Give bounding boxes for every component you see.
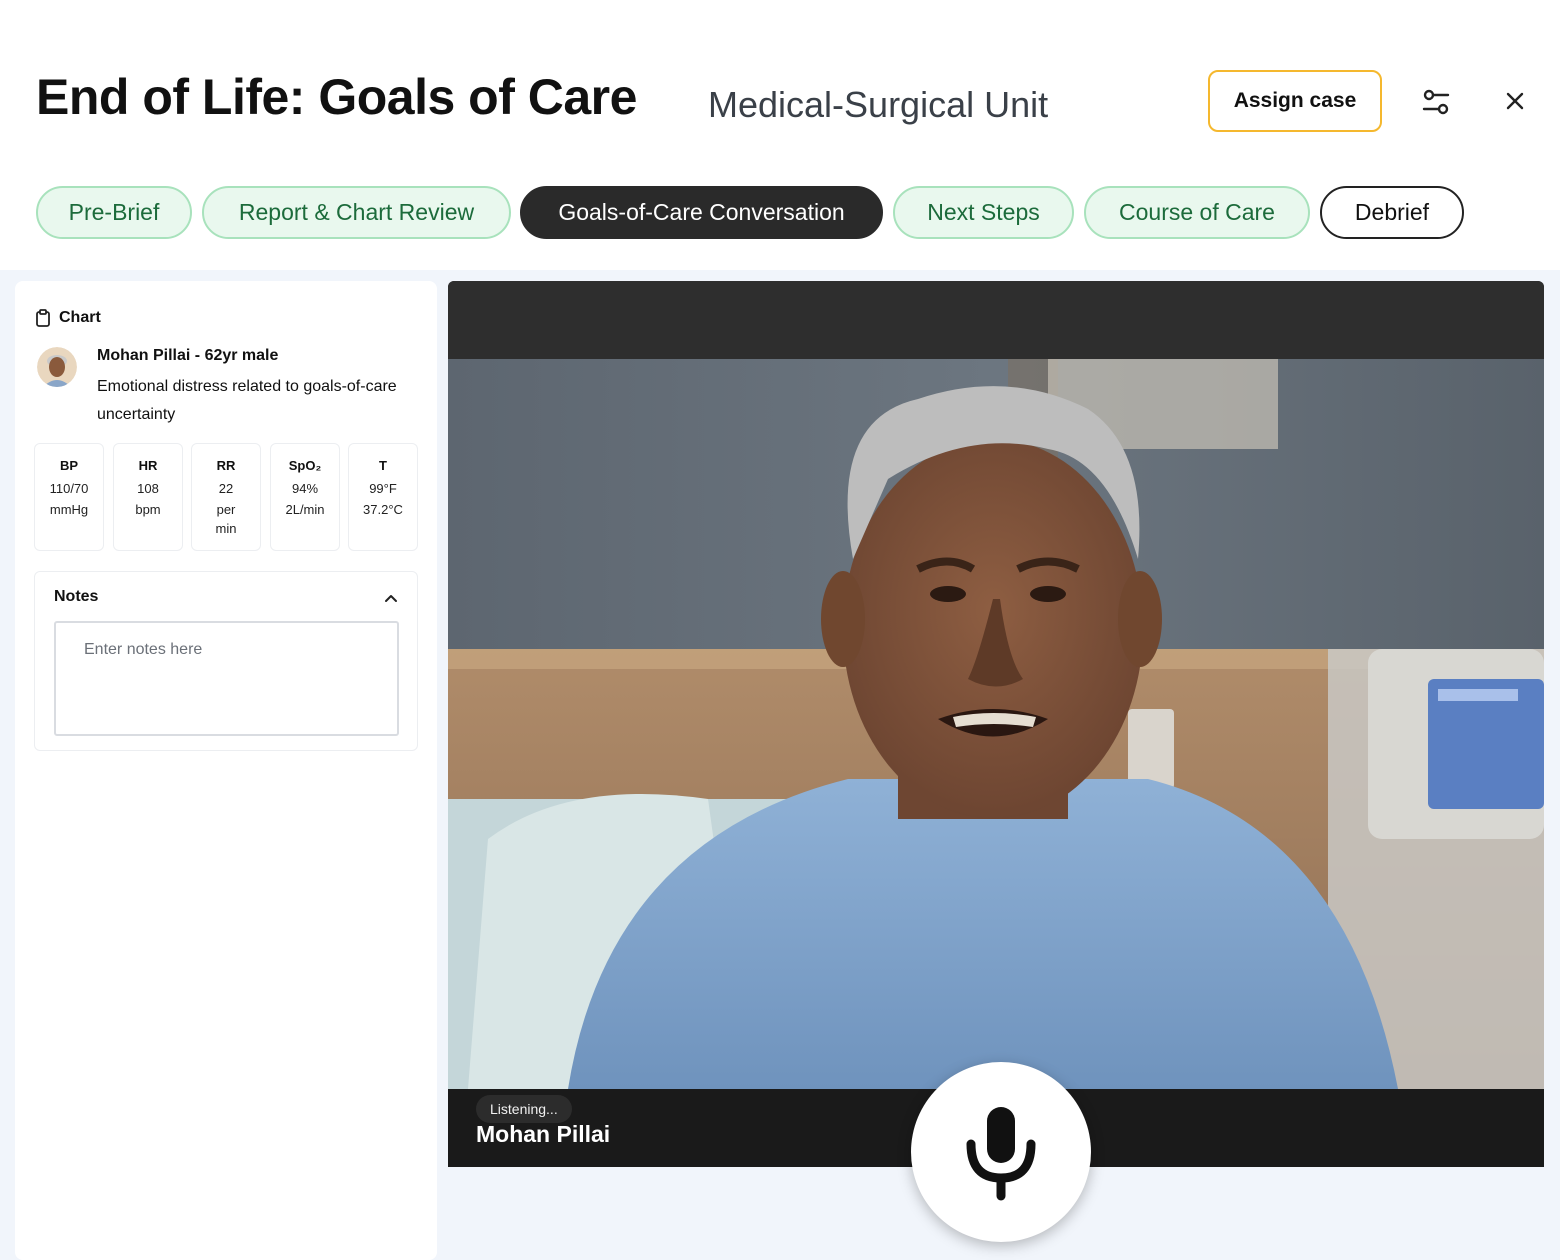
vital-spo2: SpO₂ 94% 2L/min [270,443,340,551]
tab-report-chart-review[interactable]: Report & Chart Review [202,186,511,239]
notes-card: Notes [34,571,418,751]
video-panel: Listening... Mohan Pillai [448,281,1544,1167]
chart-heading: Chart [35,309,101,327]
vital-label: SpO₂ [288,458,322,473]
chart-panel: Chart Mohan Pillai - 62yr male Emotional… [15,281,437,1260]
vital-label: RR [216,458,236,473]
vital-value: 94% [291,481,319,496]
vital-unit: 2L/min [285,502,325,517]
listening-badge: Listening... [476,1095,572,1123]
microphone-icon [966,1107,1036,1201]
patient-video [448,359,1544,1089]
clipboard-icon [36,309,50,327]
patient-avatar [37,347,77,387]
speaker-name: Mohan Pillai [476,1121,611,1147]
patient-description: Emotional distress related to goals-of-c… [97,378,397,423]
chart-heading-label: Chart [59,309,101,326]
vital-hr: HR 108 bpm [113,443,183,551]
header: End of Life: Goals of Care Medical-Surgi… [0,0,1560,270]
vital-rr: RR 22 per min [191,443,261,551]
vital-value: 108 [137,481,159,496]
vital-unit: 37.2°C [363,502,403,517]
unit-subtitle: Medical-Surgical Unit [708,84,1049,125]
page-title: End of Life: Goals of Care [36,69,637,125]
notes-title: Notes [54,588,99,605]
vital-label: HR [138,458,158,473]
patient-name: Mohan Pillai - 62yr male [97,347,279,364]
vital-unit: bpm [135,502,161,517]
tab-goals-of-care-conversation[interactable]: Goals-of-Care Conversation [520,186,883,239]
tab-next-steps[interactable]: Next Steps [893,186,1074,239]
tab-pre-brief[interactable]: Pre-Brief [36,186,192,239]
vital-value: 110/70 [49,481,89,496]
vital-unit: per min [215,502,237,536]
tab-debrief[interactable]: Debrief [1320,186,1464,239]
assign-case-button[interactable]: Assign case [1208,70,1382,132]
vital-label: BP [59,458,79,473]
microphone-button[interactable] [911,1062,1091,1242]
close-button[interactable] [1494,80,1536,122]
vital-value: 22 [218,481,234,496]
close-icon [1506,92,1524,110]
vital-value: 99°F [369,481,397,496]
vital-bp: BP 110/70 mmHg [34,443,104,551]
notes-input[interactable] [54,621,399,736]
vital-unit: mmHg [49,502,89,517]
sliders-icon [1422,89,1450,115]
settings-button[interactable] [1414,80,1458,124]
vital-temp: T 99°F 37.2°C [348,443,418,551]
chevron-up-icon [385,594,397,602]
vital-label: T [379,458,387,473]
notes-collapse-button[interactable] [381,588,401,608]
video-top-bar [448,281,1544,359]
tab-course-of-care[interactable]: Course of Care [1084,186,1310,239]
